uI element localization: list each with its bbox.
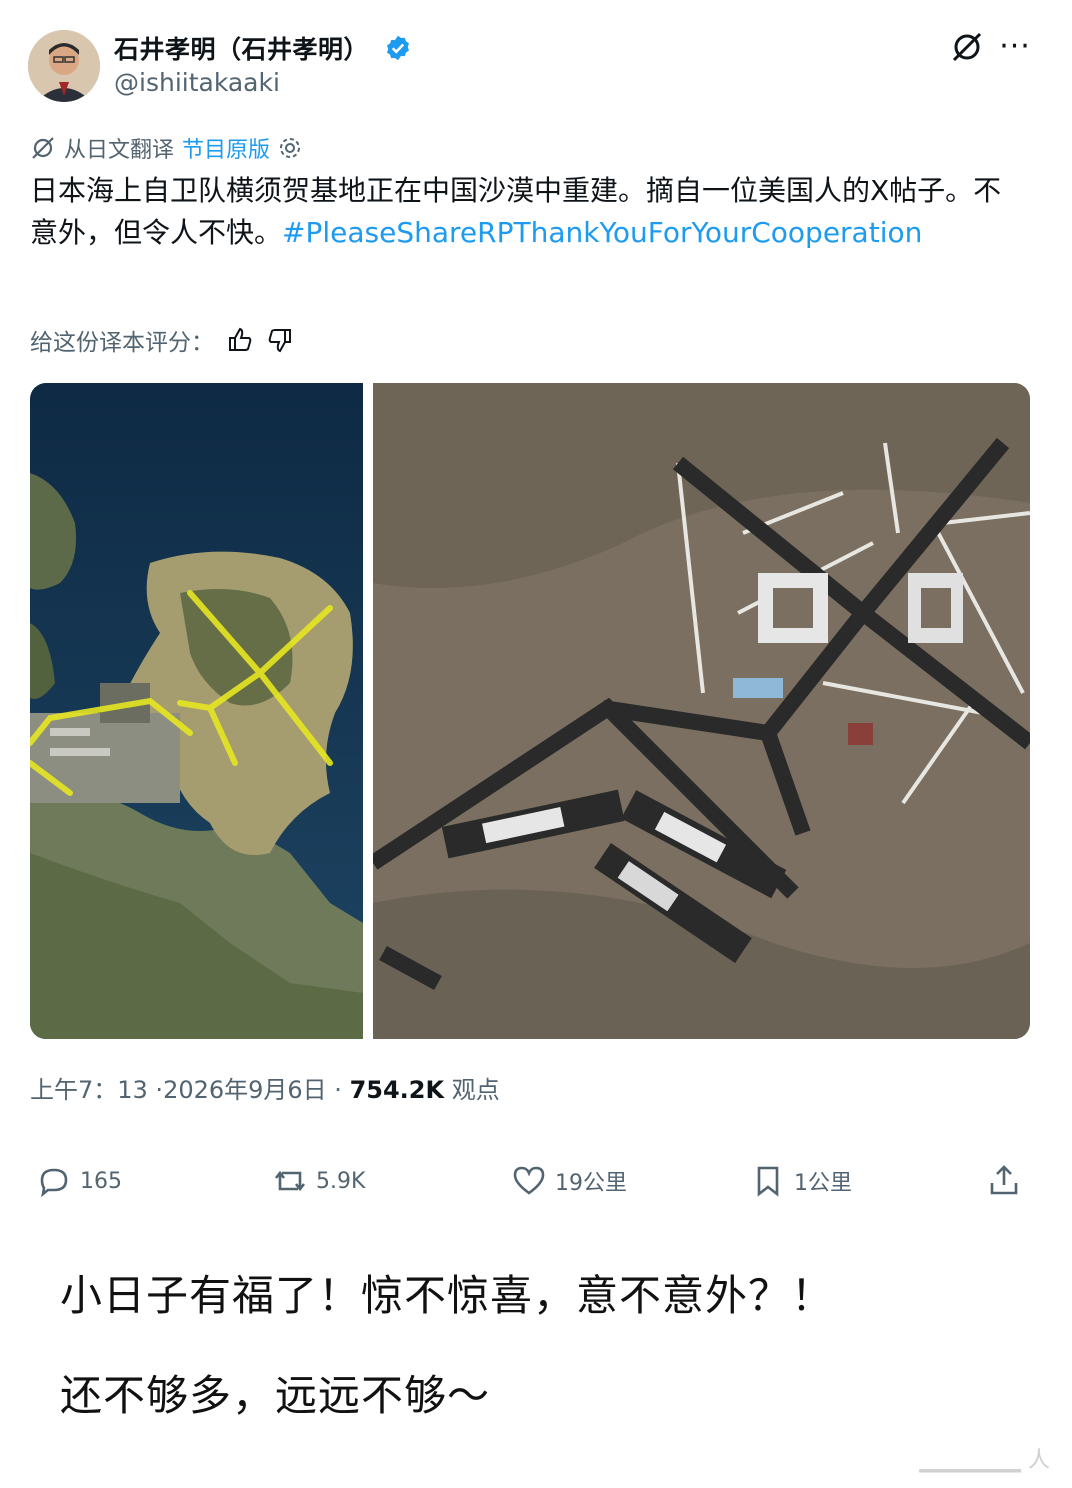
like-button[interactable]: 19公里 [511, 1160, 627, 1202]
desert-satellite-image[interactable] [373, 383, 1030, 1039]
repost-button[interactable]: 5.9K [272, 1160, 365, 1202]
translation-info: 从日文翻译 节目原版 [30, 132, 302, 164]
heart-icon [513, 1166, 545, 1195]
rate-label: 给这份译本评分： [30, 330, 214, 356]
reply-button[interactable]: 165 [36, 1160, 122, 1202]
repost-icon [274, 1170, 306, 1192]
hashtag-link[interactable]: #PleaseShareRPThankYouForYourCooperation [282, 216, 922, 249]
translated-from-label: 从日文翻译 [64, 138, 175, 163]
bookmark-count: 1公里 [794, 1171, 852, 1196]
more-icon[interactable]: ··· [998, 30, 1032, 64]
comment-line-1: 小日子有福了！惊不惊喜，意不意外？！ [60, 1271, 835, 1320]
show-original-link[interactable]: 节目原版 [182, 132, 270, 164]
like-count: 19公里 [555, 1171, 627, 1196]
display-name-text: 石井孝明（石井孝明） [114, 35, 370, 64]
share-button[interactable] [986, 1160, 1022, 1202]
gear-icon[interactable] [278, 136, 302, 160]
post-timestamp[interactable]: 上午7：13 ·2026年9月6日 · [30, 1076, 350, 1104]
post-meta: 上午7：13 ·2026年9月6日 · 754.2K 观点 [30, 1070, 500, 1105]
yokosuka-satellite-image[interactable] [30, 383, 363, 1039]
translate-icon [32, 137, 54, 159]
view-count: 754.2K [349, 1076, 445, 1104]
reply-count: 165 [80, 1168, 122, 1194]
verified-badge-icon [384, 34, 412, 68]
bookmark-button[interactable]: 1公里 [750, 1160, 852, 1202]
thumbs-up-icon[interactable] [226, 326, 254, 354]
comment-line-2: 还不够多，远远不够～ [60, 1371, 491, 1420]
thumbs-down-icon[interactable] [266, 326, 294, 354]
watermark-icon: ▁▁▁▁▁▁ 人 [919, 1448, 1050, 1473]
display-name[interactable]: 石井孝明（石井孝明） [114, 30, 412, 68]
grok-icon[interactable] [950, 30, 984, 64]
user-handle[interactable]: @ishiitakaaki [114, 68, 280, 97]
repost-count: 5.9K [316, 1168, 366, 1194]
avatar[interactable] [28, 30, 100, 102]
share-icon [990, 1165, 1018, 1195]
reply-icon [40, 1168, 68, 1198]
post-text: 日本海上自卫队横须贺基地正在中国沙漠中重建。摘自一位美国人的X帖子。不意外，但令… [30, 170, 1010, 254]
view-count-label: 观点 [444, 1076, 500, 1104]
rate-translation: 给这份译本评分： [30, 322, 294, 358]
bookmark-icon [757, 1166, 779, 1197]
